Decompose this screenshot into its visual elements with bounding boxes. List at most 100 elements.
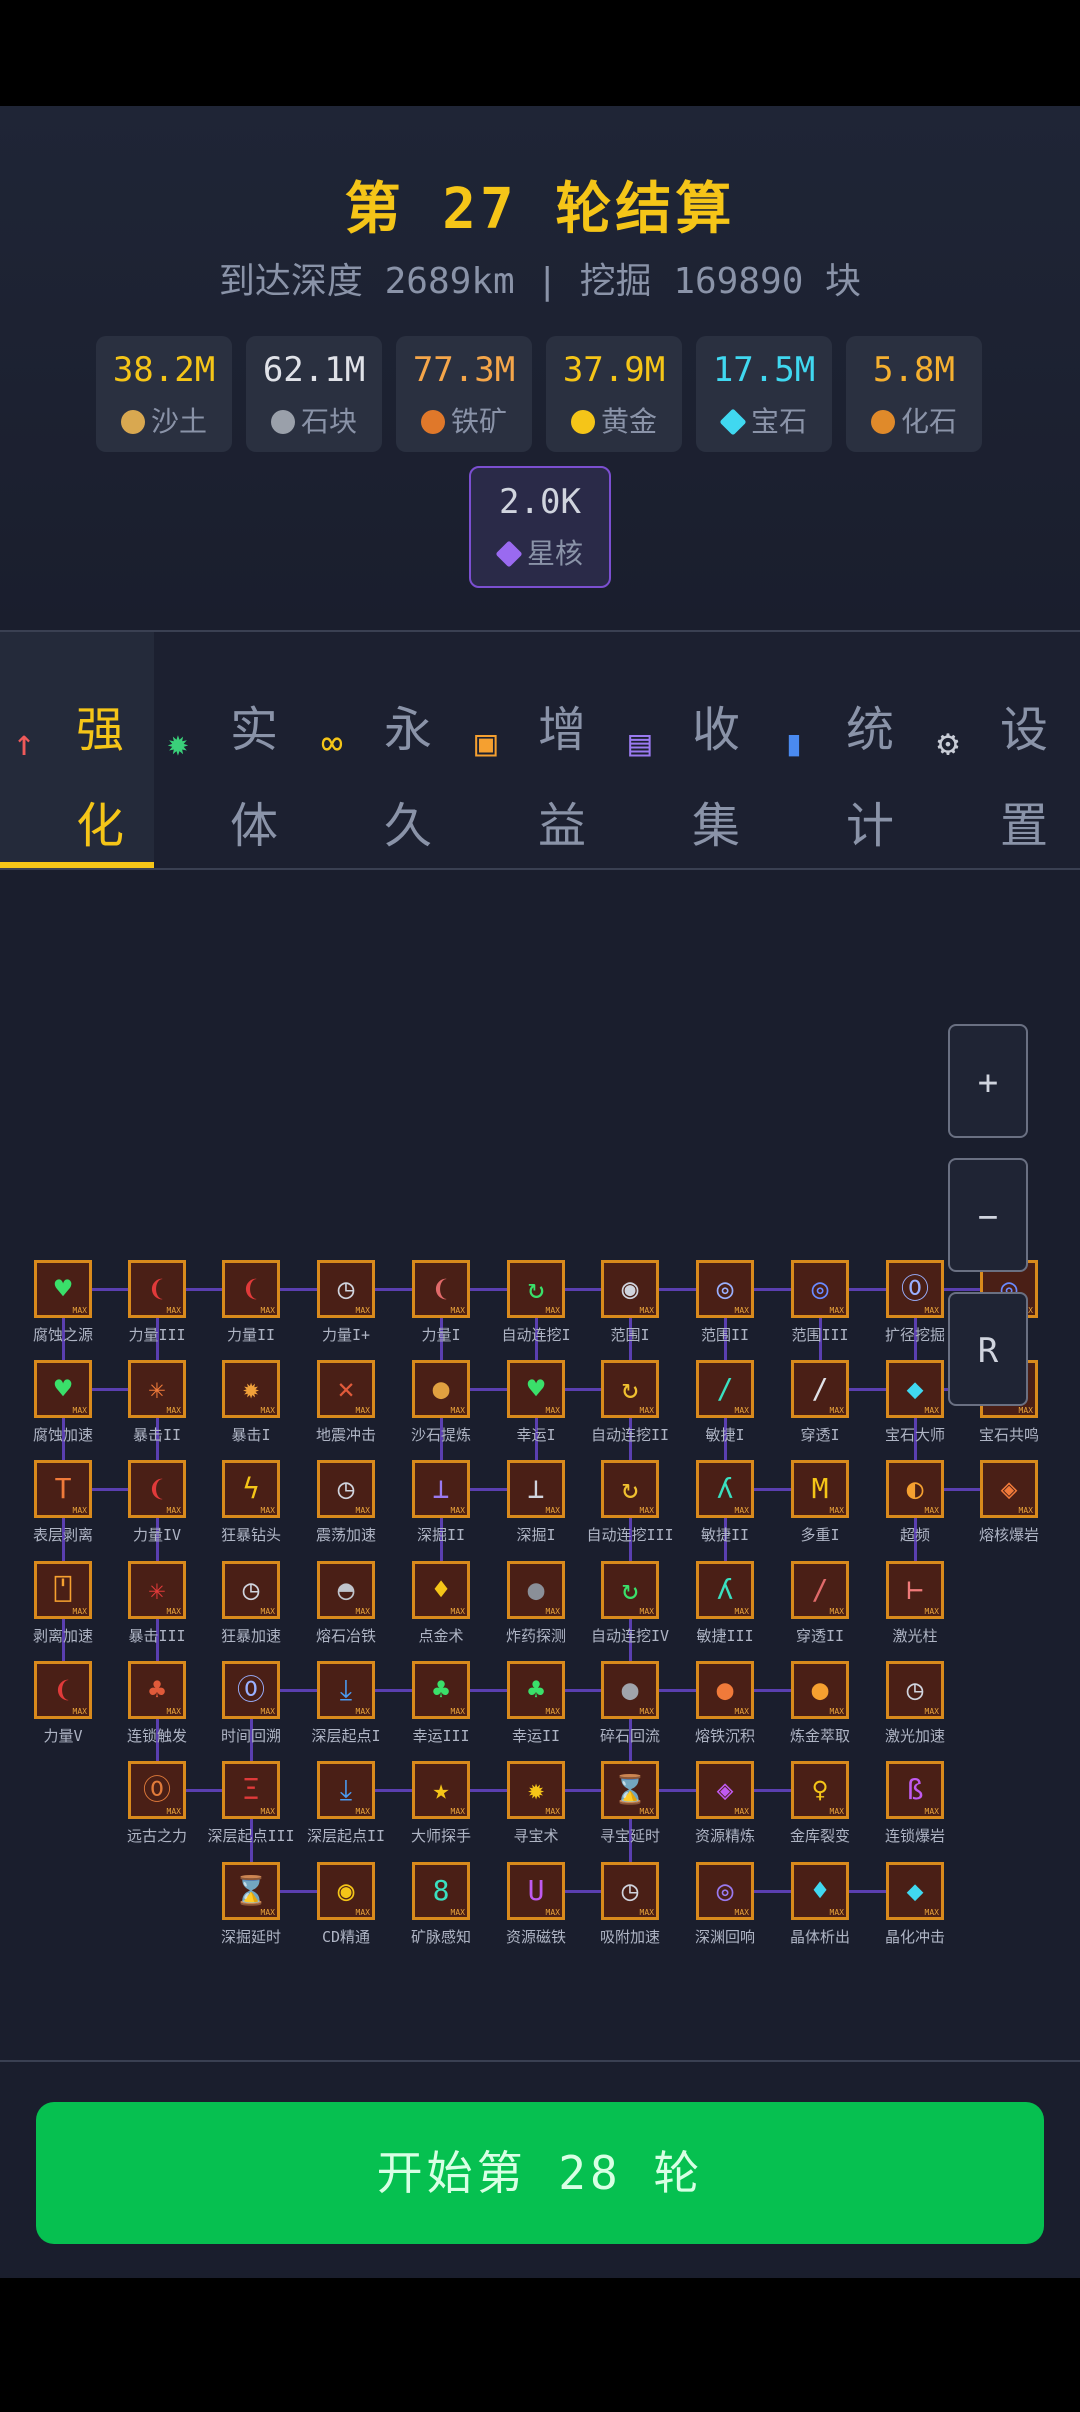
upgrade-node[interactable]: ★ MAX	[412, 1761, 470, 1819]
upgrade-node[interactable]: ◉ MAX	[317, 1862, 375, 1920]
max-badge: MAX	[829, 1607, 844, 1616]
upgrade-node[interactable]: ◓ MAX	[317, 1561, 375, 1619]
upgrade-node[interactable]: ◈ MAX	[696, 1761, 754, 1819]
tab-icon: ⚙	[937, 723, 959, 764]
upgrade-node[interactable]: M MAX	[791, 1460, 849, 1518]
upgrade-node[interactable]: ⌛ MAX	[601, 1761, 659, 1819]
upgrade-node[interactable]: ✳ MAX	[128, 1360, 186, 1418]
upgrade-node[interactable]: ϟ MAX	[222, 1460, 280, 1518]
max-badge: MAX	[72, 1607, 87, 1616]
upgrade-label: 炼金萃取	[789, 1727, 850, 1745]
upgrade-label: 激光柱	[892, 1627, 938, 1645]
upgrade-node[interactable]: ↻ MAX	[601, 1360, 659, 1418]
upgrade-node[interactable]: ◆MAX	[886, 1862, 944, 1920]
upgrade-node[interactable]: ❨ MAX	[128, 1260, 186, 1318]
upgrade-node[interactable]: ⍞ MAX	[34, 1561, 92, 1619]
upgrade-node[interactable]: ↻ MAX	[601, 1561, 659, 1619]
upgrade-node[interactable]: ◆MAX	[886, 1360, 944, 1418]
max-badge: MAX	[734, 1506, 749, 1515]
upgrade-node[interactable]: ● MAX	[507, 1561, 565, 1619]
upgrade-node[interactable]: ● MAX	[696, 1661, 754, 1719]
upgrade-node[interactable]: ◉ MAX	[601, 1260, 659, 1318]
upgrade-node[interactable]: ♦ MAX	[412, 1561, 470, 1619]
zoom-in-button[interactable]: +	[948, 1024, 1028, 1138]
upgrade-node[interactable]: T MAX	[34, 1460, 92, 1518]
upgrade-node[interactable]: ◷ MAX	[317, 1460, 375, 1518]
upgrade-node[interactable]: U MAX	[507, 1862, 565, 1920]
zoom-reset-button[interactable]: R	[948, 1292, 1028, 1406]
upgrade-node[interactable]: ❨ MAX	[34, 1661, 92, 1719]
upgrade-node[interactable]: ◷ MAX	[601, 1862, 659, 1920]
max-badge: MAX	[545, 1506, 560, 1515]
upgrade-node[interactable]: ✹ MAX	[507, 1761, 565, 1819]
upgrade-node[interactable]: ♣ MAX	[128, 1661, 186, 1719]
upgrade-node[interactable]: ♣ MAX	[412, 1661, 470, 1719]
upgrade-node[interactable]: ⤓ MAX	[317, 1761, 375, 1819]
upgrade-node[interactable]: ⓪ MAX	[128, 1761, 186, 1819]
upgrade-node[interactable]: ♥ MAX	[34, 1260, 92, 1318]
tab-2[interactable]: ∞ 永久	[308, 632, 462, 868]
upgrade-node[interactable]: Ξ MAX	[222, 1761, 280, 1819]
max-badge: MAX	[450, 1908, 465, 1917]
tab-3[interactable]: ▣ 增益	[462, 632, 616, 868]
upgrade-node[interactable]: ✳ MAX	[128, 1561, 186, 1619]
upgrade-node[interactable]: / MAX	[791, 1360, 849, 1418]
upgrade-tree[interactable]: ♥ MAX 腐蚀之源 ❨ MAX 力量III ❨ MAX 力量II ◷ MAX 力量I+ ❨ MAX 力量I…	[0, 868, 1080, 2168]
max-badge: MAX	[545, 1908, 560, 1917]
zoom-out-button[interactable]: −	[948, 1158, 1028, 1272]
upgrade-node[interactable]: ● MAX	[791, 1661, 849, 1719]
upgrade-node[interactable]: ♥ MAX	[34, 1360, 92, 1418]
tab-5[interactable]: ▮ 统计	[770, 632, 924, 868]
upgrade-node[interactable]: ß MAX	[886, 1761, 944, 1819]
upgrade-label: 力量I+	[321, 1326, 371, 1344]
resource-name: 宝石	[750, 405, 807, 438]
upgrade-node[interactable]: 8 MAX	[412, 1862, 470, 1920]
start-next-round-button[interactable]: 开始第 28 轮	[36, 2102, 1044, 2244]
upgrade-node[interactable]: ✕ MAX	[317, 1360, 375, 1418]
upgrade-node[interactable]: / MAX	[696, 1360, 754, 1418]
tab-6[interactable]: ⚙ 设置	[924, 632, 1078, 868]
upgrade-node[interactable]: ↻ MAX	[507, 1260, 565, 1318]
upgrade-label: 深层起点I	[311, 1727, 381, 1745]
upgrade-node[interactable]: ↻ MAX	[601, 1460, 659, 1518]
upgrade-node[interactable]: ♀ MAX	[791, 1761, 849, 1819]
tab-4[interactable]: ▤ 收集	[616, 632, 770, 868]
upgrade-node[interactable]: ❨ MAX	[412, 1260, 470, 1318]
max-badge: MAX	[1018, 1406, 1033, 1415]
tab-0[interactable]: ↑ 强化	[0, 632, 154, 868]
upgrade-node[interactable]: ◎MAX	[791, 1260, 849, 1318]
upgrade-node[interactable]: ⓪ MAX	[222, 1661, 280, 1719]
upgrade-node[interactable]: ◈ MAX	[980, 1460, 1038, 1518]
max-badge: MAX	[734, 1607, 749, 1616]
upgrade-node[interactable]: ◎MAX	[696, 1862, 754, 1920]
upgrade-node[interactable]: ● MAX	[412, 1360, 470, 1418]
upgrade-node[interactable]: ◷ MAX	[317, 1260, 375, 1318]
upgrade-label: 时间回溯	[220, 1727, 281, 1745]
upgrade-node[interactable]: ❨ MAX	[128, 1460, 186, 1518]
upgrade-node[interactable]: ♣ MAX	[507, 1661, 565, 1719]
tab-1[interactable]: ✹ 实体	[154, 632, 308, 868]
max-badge: MAX	[260, 1306, 275, 1315]
upgrade-node[interactable]: ⓪ MAX	[886, 1260, 944, 1318]
upgrade-label: 范围I	[610, 1326, 650, 1344]
upgrade-node[interactable]: ⊥ MAX	[412, 1460, 470, 1518]
upgrade-node[interactable]: ⤓ MAX	[317, 1661, 375, 1719]
upgrade-node[interactable]: ♦ MAX	[791, 1862, 849, 1920]
upgrade-node[interactable]: ◎MAX	[696, 1260, 754, 1318]
upgrade-node[interactable]: ⊢ MAX	[886, 1561, 944, 1619]
upgrade-node[interactable]: ♥ MAX	[507, 1360, 565, 1418]
upgrade-node[interactable]: ● MAX	[601, 1661, 659, 1719]
upgrade-node[interactable]: ✹ MAX	[222, 1360, 280, 1418]
max-badge: MAX	[450, 1807, 465, 1816]
upgrade-node[interactable]: ◷ MAX	[886, 1661, 944, 1719]
upgrade-node[interactable]: ◷ MAX	[222, 1561, 280, 1619]
upgrade-node[interactable]: ❨ MAX	[222, 1260, 280, 1318]
upgrade-node[interactable]: ʎ MAX	[696, 1460, 754, 1518]
upgrade-node[interactable]: ʎ MAX	[696, 1561, 754, 1619]
upgrade-node[interactable]: / MAX	[791, 1561, 849, 1619]
upgrade-node[interactable]: ⊥ MAX	[507, 1460, 565, 1518]
upgrade-node[interactable]: ⌛ MAX	[222, 1862, 280, 1920]
resource-label: 石块	[246, 400, 382, 440]
upgrade-node[interactable]: ◐ MAX	[886, 1460, 944, 1518]
resource-name: 星核	[526, 537, 583, 570]
